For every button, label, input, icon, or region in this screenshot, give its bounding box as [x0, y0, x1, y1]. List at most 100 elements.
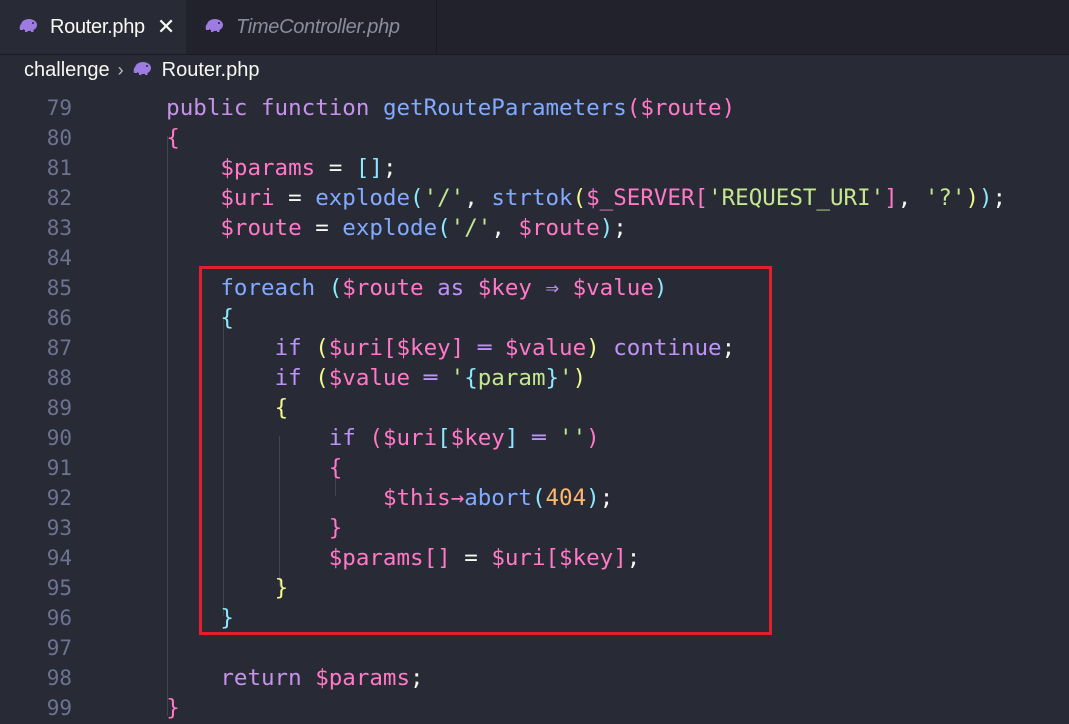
code-token: $params [220, 155, 316, 181]
code-line[interactable]: 82 $uri = explode('/', strtok($_SERVER['… [0, 183, 1069, 213]
code-token: ; [992, 185, 1007, 211]
code-line[interactable]: 91 { [0, 453, 1069, 483]
code-token: [ [437, 425, 451, 451]
code-token: $params [328, 545, 424, 571]
code-text: } [112, 513, 343, 543]
code-token: ] [884, 185, 898, 211]
code-token: { [220, 305, 234, 331]
code-text: if ($value ═ '{param}') [112, 363, 587, 393]
line-number: 93 [46, 516, 72, 540]
code-token: ( [572, 185, 587, 211]
code-token: = [301, 215, 343, 241]
code-line[interactable]: 81 $params = []; [0, 153, 1069, 183]
code-token: $this [382, 485, 451, 511]
code-token: if [274, 335, 316, 361]
breadcrumb-folder[interactable]: challenge [24, 59, 110, 82]
code-line[interactable]: 80 { [0, 123, 1069, 153]
line-number: 80 [46, 126, 72, 150]
tab-router-php[interactable]: Router.php ✕ [0, 0, 186, 54]
code-token: 'REQUEST_URI' [708, 185, 885, 211]
code-token: function [261, 95, 383, 121]
code-token: foreach [220, 275, 329, 301]
code-line[interactable]: 94 $params[] = $uri[$key]; [0, 543, 1069, 573]
code-token: ; [613, 215, 627, 241]
code-line[interactable]: 98 return $params; [0, 663, 1069, 693]
code-token: ( [410, 185, 424, 211]
code-line[interactable]: 95 } [0, 573, 1069, 603]
code-token: ( [315, 335, 329, 361]
code-token: $route [342, 275, 424, 301]
code-line[interactable]: 96 } [0, 603, 1069, 633]
code-line[interactable]: 99 } [0, 693, 1069, 723]
close-icon[interactable]: ✕ [157, 16, 175, 38]
code-token: ; [721, 335, 736, 361]
code-token: if [328, 425, 370, 451]
line-number: 88 [46, 366, 72, 390]
code-line[interactable]: 79 public function getRouteParameters($r… [0, 93, 1069, 123]
code-line[interactable]: 83 $route = explode('/', $route); [0, 213, 1069, 243]
line-number: 89 [46, 396, 72, 420]
code-token: $route [518, 215, 600, 241]
code-token: ' [450, 365, 465, 391]
code-token: = [450, 545, 492, 571]
code-line[interactable]: 93 } [0, 513, 1069, 543]
code-line[interactable]: 90 if ($uri[$key] ═ '') [0, 423, 1069, 453]
line-number: 94 [46, 546, 72, 570]
code-line[interactable]: 88 if ($value ═ '{param}') [0, 363, 1069, 393]
code-token: { [274, 395, 289, 421]
code-token: $route [640, 95, 722, 121]
code-line[interactable]: 85 foreach ($route as $key ⇒ $value) [0, 273, 1069, 303]
code-token: $uri [220, 185, 275, 211]
code-line[interactable]: 92 $this→abort(404); [0, 483, 1069, 513]
code-token: explode [315, 185, 411, 211]
line-number: 98 [46, 666, 72, 690]
code-token: ( [437, 215, 451, 241]
code-token: ' [559, 365, 573, 391]
code-token: ] [450, 335, 465, 361]
code-token: } [274, 575, 289, 601]
code-line[interactable]: 97 [0, 633, 1069, 663]
code-text: $params[] = $uri[$key]; [112, 543, 641, 573]
code-token: ═ [410, 365, 451, 391]
chevron-right-icon: › [117, 59, 124, 80]
code-token: [] [355, 155, 383, 181]
code-token: [ [545, 545, 560, 571]
code-text: { [112, 303, 234, 333]
code-editor[interactable]: 79 public function getRouteParameters($r… [0, 85, 1069, 724]
code-line[interactable]: 89 { [0, 393, 1069, 423]
code-line[interactable]: 84 [0, 243, 1069, 273]
code-token: $key [396, 335, 451, 361]
code-token: } [545, 365, 560, 391]
code-text: foreach ($route as $key ⇒ $value) [112, 273, 667, 303]
code-token: ) [599, 215, 614, 241]
code-token: ═ [518, 425, 560, 451]
code-text: if ($uri[$key] ═ '') [112, 423, 600, 453]
code-token: } [328, 515, 343, 541]
code-text: $this→abort(404); [112, 483, 613, 513]
code-text: } [112, 573, 289, 603]
tab-timecontroller-php[interactable]: TimeController.php [186, 0, 437, 54]
code-token: ) [586, 335, 600, 361]
code-token: $uri [328, 335, 383, 361]
code-token: { [464, 365, 478, 391]
line-number: 99 [46, 696, 72, 720]
code-token: ( [531, 485, 546, 511]
code-token: [] [423, 545, 451, 571]
line-number: 85 [46, 276, 72, 300]
code-token: '/' [450, 215, 492, 241]
code-token: [ [382, 335, 397, 361]
code-token: ; [382, 155, 397, 181]
code-line[interactable]: 86 { [0, 303, 1069, 333]
breadcrumb-file[interactable]: Router.php [132, 59, 259, 82]
line-number: 91 [46, 456, 72, 480]
code-token: return [220, 665, 316, 691]
code-token: ( [369, 425, 383, 451]
code-line[interactable]: 87 if ($uri[$key] ═ $value) continue; [0, 333, 1069, 363]
code-token: , [464, 185, 492, 211]
code-token: ) [721, 95, 736, 121]
